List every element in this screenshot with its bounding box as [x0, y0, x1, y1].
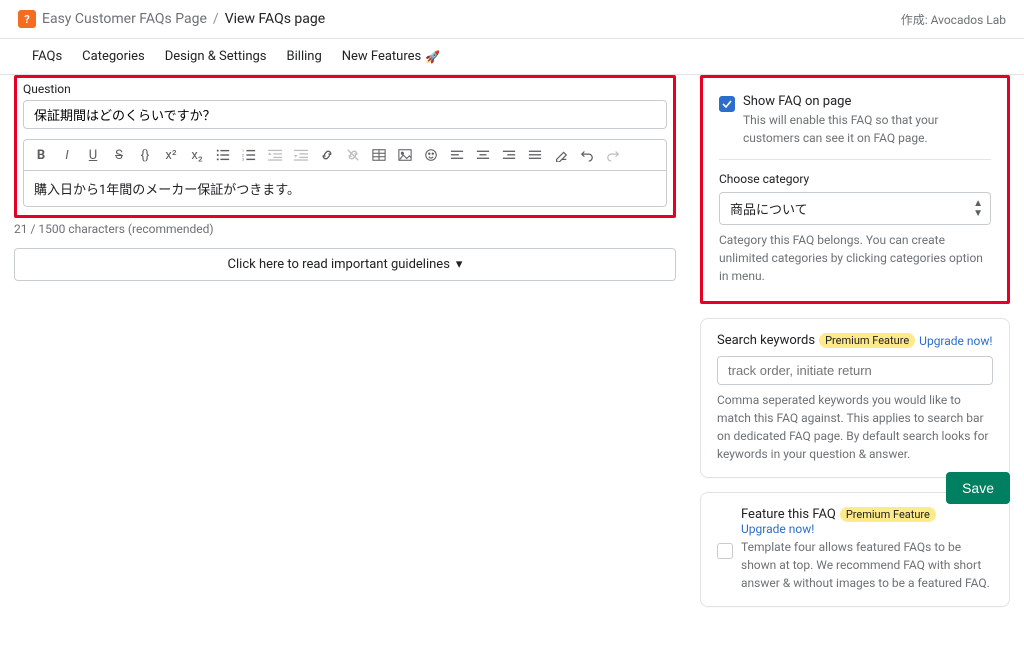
align-justify-icon[interactable] — [524, 144, 546, 166]
category-select[interactable]: 商品について — [719, 192, 991, 225]
premium-badge-feature: Premium Feature — [840, 507, 936, 522]
feature-faq-checkbox[interactable] — [717, 543, 733, 559]
superscript-icon[interactable]: x² — [160, 144, 182, 166]
nav-new-features-label: New Features — [342, 49, 422, 64]
svg-text:1: 1 — [242, 149, 244, 153]
breadcrumb-separator: / — [213, 11, 219, 27]
feature-faq-card: Feature this FAQ Premium Feature Upgrade… — [700, 492, 1010, 607]
italic-icon[interactable]: I — [56, 144, 78, 166]
align-right-icon[interactable] — [498, 144, 520, 166]
search-keywords-label: Search keywords — [717, 333, 815, 348]
caret-down-icon: ▾ — [456, 257, 463, 272]
premium-badge: Premium Feature — [819, 333, 915, 348]
question-label: Question — [23, 82, 667, 96]
search-keywords-help: Comma seperated keywords you would like … — [717, 391, 993, 463]
unlink-icon[interactable] — [342, 144, 364, 166]
feature-faq-label: Feature this FAQ — [741, 507, 836, 522]
svg-text:2: 2 — [242, 153, 244, 157]
search-keywords-card: Search keywords Premium Feature Upgrade … — [700, 318, 1010, 478]
nav-faqs[interactable]: FAQs — [32, 49, 62, 64]
created-by-label: 作成: Avocados Lab — [901, 11, 1006, 28]
upgrade-now-link-feature[interactable]: Upgrade now! — [741, 522, 814, 536]
rocket-icon: 🚀 — [425, 50, 440, 64]
nav-billing[interactable]: Billing — [287, 49, 322, 64]
editor-toolbar: B I U S {} x² x₂ 123 — [23, 139, 667, 171]
align-center-icon[interactable] — [472, 144, 494, 166]
link-icon[interactable] — [316, 144, 338, 166]
choose-category-label: Choose category — [719, 172, 991, 186]
bold-icon[interactable]: B — [30, 144, 52, 166]
answer-editor[interactable]: 購入日から1年間のメーカー保証がつきます。 — [23, 171, 667, 207]
breadcrumb: ? Easy Customer FAQs Page / View FAQs pa… — [18, 10, 325, 28]
nav-new-features[interactable]: New Features 🚀 — [342, 49, 440, 64]
show-faq-category-highlight: Show FAQ on page This will enable this F… — [700, 75, 1010, 304]
show-faq-title: Show FAQ on page — [743, 94, 991, 109]
undo-icon[interactable] — [576, 144, 598, 166]
char-count-label: 21 / 1500 characters (recommended) — [14, 222, 676, 236]
guidelines-button-label: Click here to read important guidelines — [228, 257, 450, 272]
show-faq-help: This will enable this FAQ so that your c… — [743, 111, 991, 147]
bullet-list-icon[interactable] — [212, 144, 234, 166]
app-icon: ? — [18, 10, 36, 28]
save-button[interactable]: Save — [946, 472, 1010, 504]
nav-design-settings[interactable]: Design & Settings — [165, 49, 267, 64]
code-icon[interactable]: {} — [134, 144, 156, 166]
underline-icon[interactable]: U — [82, 144, 104, 166]
strike-icon[interactable]: S — [108, 144, 130, 166]
upgrade-now-link[interactable]: Upgrade now! — [919, 334, 992, 348]
svg-text:3: 3 — [242, 158, 244, 162]
feature-faq-help: Template four allows featured FAQs to be… — [741, 538, 993, 592]
redo-icon[interactable] — [602, 144, 624, 166]
number-list-icon[interactable]: 123 — [238, 144, 260, 166]
nav-categories[interactable]: Categories — [82, 49, 145, 64]
question-answer-highlight: Question B I U S {} x² x₂ 123 — [14, 75, 676, 218]
question-input[interactable] — [23, 100, 667, 129]
table-icon[interactable] — [368, 144, 390, 166]
guidelines-button[interactable]: Click here to read important guidelines … — [14, 248, 676, 281]
emoji-icon[interactable] — [420, 144, 442, 166]
align-left-icon[interactable] — [446, 144, 468, 166]
clear-format-icon[interactable] — [550, 144, 572, 166]
search-keywords-input[interactable] — [717, 356, 993, 385]
indent-icon[interactable] — [290, 144, 312, 166]
main-nav: FAQs Categories Design & Settings Billin… — [0, 39, 1024, 75]
check-icon — [722, 99, 732, 109]
image-icon[interactable] — [394, 144, 416, 166]
outdent-icon[interactable] — [264, 144, 286, 166]
category-help: Category this FAQ belongs. You can creat… — [719, 231, 991, 285]
subscript-icon[interactable]: x₂ — [186, 144, 208, 166]
app-name[interactable]: Easy Customer FAQs Page — [42, 11, 207, 27]
page-title: View FAQs page — [225, 11, 325, 27]
show-faq-checkbox[interactable] — [719, 96, 735, 112]
